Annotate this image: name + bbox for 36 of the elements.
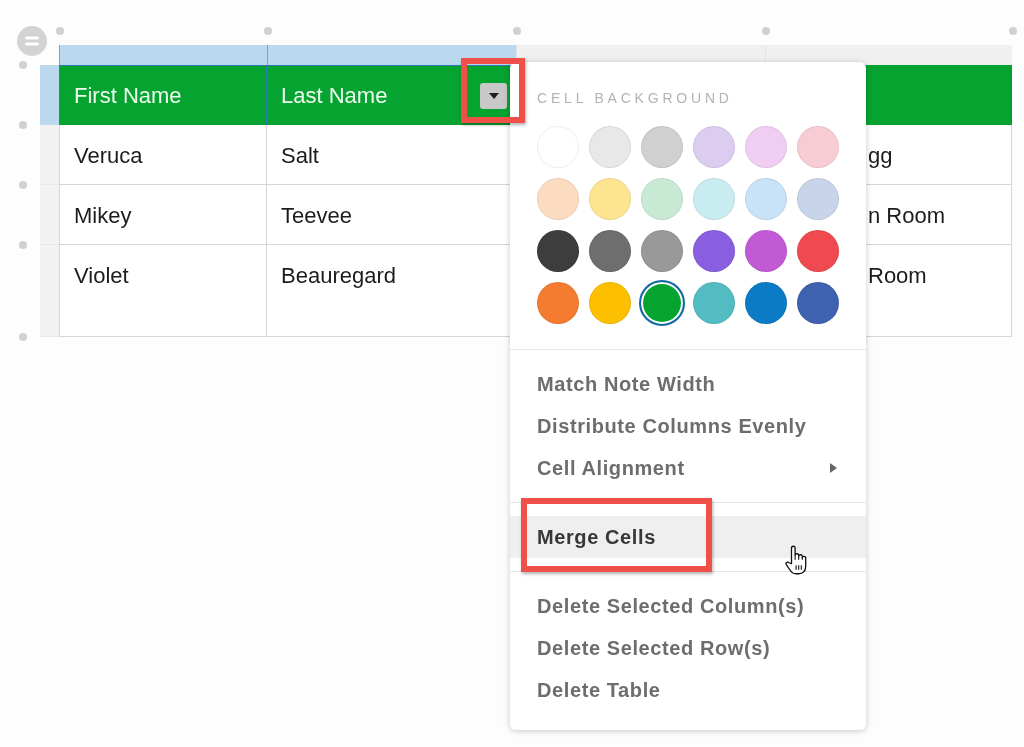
row-selector[interactable] bbox=[40, 125, 59, 185]
drag-handle-icon[interactable] bbox=[17, 26, 47, 56]
menu-item[interactable]: Delete Selected Column(s) bbox=[510, 585, 866, 627]
caret-icon bbox=[488, 92, 499, 99]
column-selector[interactable] bbox=[59, 45, 267, 65]
column-title: First Name bbox=[74, 82, 182, 109]
handle-dot-icon[interactable] bbox=[513, 27, 521, 35]
table-cell: Violet bbox=[59, 245, 267, 337]
column-menu-button[interactable] bbox=[480, 82, 507, 109]
color-swatch-icon[interactable] bbox=[639, 280, 685, 326]
handle-dot-icon[interactable] bbox=[19, 333, 27, 341]
table-cell: Mikey bbox=[59, 185, 267, 245]
handle-dot-icon[interactable] bbox=[762, 27, 770, 35]
row-selector[interactable] bbox=[40, 245, 59, 337]
menu-item[interactable]: Cell Alignment bbox=[510, 447, 866, 489]
handle-dot-icon[interactable] bbox=[19, 181, 27, 189]
handle-dot-icon[interactable] bbox=[19, 241, 27, 249]
column-title: Last Name bbox=[281, 82, 388, 109]
handle-dot-icon[interactable] bbox=[19, 121, 27, 129]
row-selector[interactable] bbox=[40, 185, 59, 245]
menu-item[interactable]: Delete Selected Row(s) bbox=[510, 627, 866, 669]
handle-dot-icon[interactable] bbox=[264, 27, 272, 35]
menu-item[interactable]: Distribute Columns Evenly bbox=[510, 405, 866, 447]
cell-text: gg bbox=[868, 143, 893, 168]
menu-item[interactable]: Delete Table bbox=[510, 669, 866, 711]
handle-dot-icon[interactable] bbox=[1009, 27, 1017, 35]
row-selector[interactable] bbox=[40, 65, 59, 125]
table-cell: Veruca bbox=[59, 125, 267, 185]
cell-text: Room bbox=[868, 263, 927, 288]
hand-cursor-icon bbox=[785, 545, 807, 575]
cell-text: n Room bbox=[868, 203, 946, 228]
menu-item[interactable]: Match Note Width bbox=[510, 363, 866, 405]
column-selector[interactable] bbox=[267, 45, 516, 65]
menu-section-title: CELL BACKGROUND bbox=[537, 90, 733, 107]
handle-dot-icon[interactable] bbox=[19, 61, 27, 69]
handle-dot-icon[interactable] bbox=[56, 27, 64, 35]
